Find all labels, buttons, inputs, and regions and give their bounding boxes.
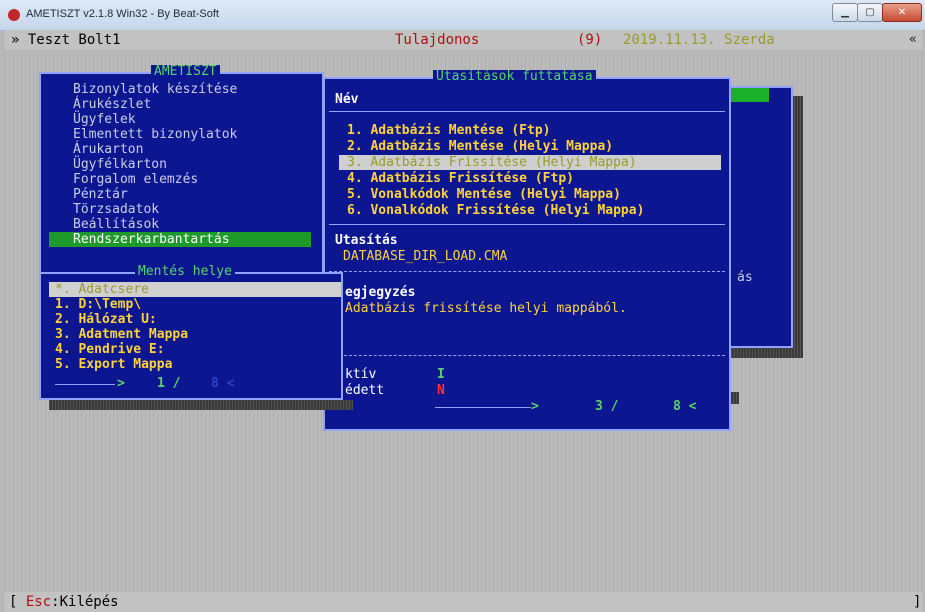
pager-prev-arrow[interactable]: 8 < — [673, 399, 696, 414]
pager-current-page: 3 / — [595, 399, 619, 414]
main-menu-item[interactable]: Törzsadatok — [73, 202, 159, 217]
main-menu: AMETISZT Bizonylatok készítése Árukészlet… — [39, 65, 324, 277]
task-list-item[interactable]: 1. Adatbázis Mentése (Ftp) — [347, 123, 551, 138]
main-menu-item[interactable]: Bizonylatok készítése — [73, 82, 237, 97]
save-location-item[interactable]: 2. Hálózat U: — [55, 312, 157, 327]
name-column-header: Név — [335, 92, 359, 107]
background-panel-text: ás — [737, 270, 753, 285]
save-panel-shadow — [49, 400, 353, 410]
command-value: DATABASE_DIR_LOAD.CMA — [343, 249, 508, 264]
task-list-item[interactable]: 4. Adatbázis Frissítése (Ftp) — [347, 171, 574, 186]
escape-open-bracket: [ — [9, 594, 26, 610]
main-menu-item[interactable]: Forgalom elemzés — [73, 172, 198, 187]
save-pager-next-arrow[interactable]: > — [117, 376, 125, 391]
shop-name: » Teszt Bolt1 — [11, 32, 121, 48]
background-panel-highlight — [731, 88, 769, 102]
main-menu-item[interactable]: Rendszerkarbantartás — [49, 232, 311, 247]
message-count: (9) — [577, 32, 603, 48]
window-title: AMETISZT v2.1.8 Win32 - By Beat-Soft — [26, 8, 219, 20]
status-bottom-bar: [ Esc:Kilépés ] — [5, 592, 922, 612]
main-menu-item[interactable]: Pénztár — [73, 187, 128, 202]
note-label: egjegyzés — [345, 285, 416, 300]
save-pager-prev-arrow[interactable]: 8 < — [211, 376, 234, 391]
task-list-item[interactable]: 6. Vonalkódok Frissítése (Helyi Mappa) — [347, 203, 644, 218]
note-value: Adatbázis frissítése helyi mappából. — [345, 301, 627, 316]
window-title-bar: AMETISZT v2.1.8 Win32 - By Beat-Soft ▁ ▢… — [0, 0, 925, 31]
separator — [329, 111, 725, 112]
separator — [329, 271, 725, 272]
save-location-item[interactable]: 5. Export Mappa — [55, 357, 172, 372]
protected-label: édett — [345, 383, 385, 398]
close-button[interactable]: ✕ — [882, 3, 922, 22]
save-location-item[interactable]: 1. D:\Temp\ — [55, 297, 141, 312]
app-icon — [8, 9, 20, 21]
save-panel-title: Mentés helye — [135, 265, 235, 279]
command-label: Utasítás — [335, 233, 398, 248]
maximize-button[interactable]: ▢ — [857, 3, 883, 22]
pager-line — [435, 407, 531, 408]
escape-hint[interactable]: [ Esc:Kilépés — [9, 594, 119, 610]
task-list-item[interactable]: 3. Adatbázis Frissítése (Helyi Mappa) — [339, 155, 721, 170]
task-list-item[interactable]: 5. Vonalkódok Mentése (Helyi Mappa) — [347, 187, 621, 202]
task-list-item[interactable]: 2. Adatbázis Mentése (Helyi Mappa) — [347, 139, 613, 154]
save-location-item[interactable]: 4. Pendrive E: — [55, 342, 165, 357]
main-menu-item[interactable]: Beállítások — [73, 217, 159, 232]
minimize-button[interactable]: ▁ — [832, 3, 858, 22]
main-menu-item[interactable]: Ügyfélkarton — [73, 157, 167, 172]
main-menu-item[interactable]: Árukarton — [73, 142, 143, 157]
save-location-item[interactable]: 3. Adatment Mappa — [55, 327, 188, 342]
current-date: 2019.11.13. Szerda — [623, 32, 775, 48]
main-menu-item[interactable]: Ügyfelek — [73, 112, 136, 127]
save-location-panel: Mentés helye *. Adatcsere 1. D:\Temp\ 2. H… — [39, 265, 343, 400]
separator — [329, 224, 725, 225]
console-area: » Teszt Bolt1 Tulajdonos (9) 2019.11.13.… — [5, 30, 922, 612]
status-top-bar: » Teszt Bolt1 Tulajdonos (9) 2019.11.13.… — [5, 30, 922, 50]
main-menu-item[interactable]: Elmentett bizonylatok — [73, 127, 237, 142]
save-location-item[interactable]: *. Adatcsere — [49, 282, 341, 297]
active-value: I — [437, 367, 445, 382]
save-pager-current-page: 1 / — [157, 376, 181, 391]
main-menu-item[interactable]: Árukészlet — [73, 97, 151, 112]
collapse-arrow[interactable]: « — [909, 32, 917, 47]
protected-value: N — [437, 383, 445, 398]
main-menu-title: AMETISZT — [151, 65, 220, 79]
task-panel: Utasítások futtatása Név 1. Adatbázis Me… — [323, 70, 731, 431]
escape-key: Esc — [25, 594, 52, 610]
separator — [329, 355, 725, 356]
task-panel-title: Utasítások futtatása — [433, 70, 596, 84]
pager-line — [55, 384, 115, 385]
escape-action: :Kilépés — [51, 594, 119, 610]
active-label: ktív — [345, 367, 377, 382]
escape-close-bracket: ] — [913, 594, 922, 610]
user-role: Tulajdonos — [395, 32, 480, 48]
pager-next-arrow[interactable]: > — [531, 399, 539, 414]
